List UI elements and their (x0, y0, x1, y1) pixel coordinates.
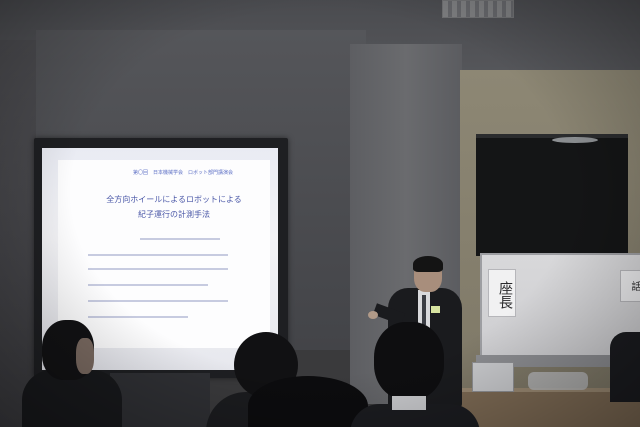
audience-member-edge (610, 332, 640, 402)
presenter-tie (422, 295, 426, 325)
laptop (472, 362, 514, 392)
screen-stand (110, 373, 210, 427)
chair-sign: 座長 (488, 269, 516, 317)
slide-title-line2: 紀子運行の計測手法 (138, 210, 210, 219)
audience-member-right-head (374, 322, 444, 400)
ceiling-vent (442, 0, 514, 18)
cables (528, 372, 588, 390)
presenter-hair (413, 256, 443, 272)
audience-member-right-collar (392, 396, 426, 410)
window-reflection (552, 137, 598, 143)
presenter-hand (368, 311, 378, 319)
slide-text-line (88, 284, 208, 286)
audience-member-front-head (248, 376, 368, 427)
conference-photo: 第〇回 日本機械学会 ロボット部門講演会 全方向ホイールによるロボットによる 紀… (0, 0, 640, 427)
speaker-sign: 話 (620, 270, 640, 302)
slide-header: 第〇回 日本機械学会 ロボット部門講演会 (132, 170, 233, 176)
slide-text-line (88, 316, 188, 318)
slide-text-line (140, 238, 220, 240)
slide-text-line (88, 254, 228, 256)
presenter-badge (431, 306, 440, 313)
slide-title-line1: 全方向ホイールによるロボットによる (106, 195, 242, 204)
slide-text-line (88, 300, 228, 302)
slide-title: 全方向ホイールによるロボットによる 紀子運行の計測手法 (78, 192, 270, 222)
audience-member-left-face (76, 338, 94, 374)
slide-text-line (88, 268, 228, 270)
dark-window (476, 134, 628, 256)
